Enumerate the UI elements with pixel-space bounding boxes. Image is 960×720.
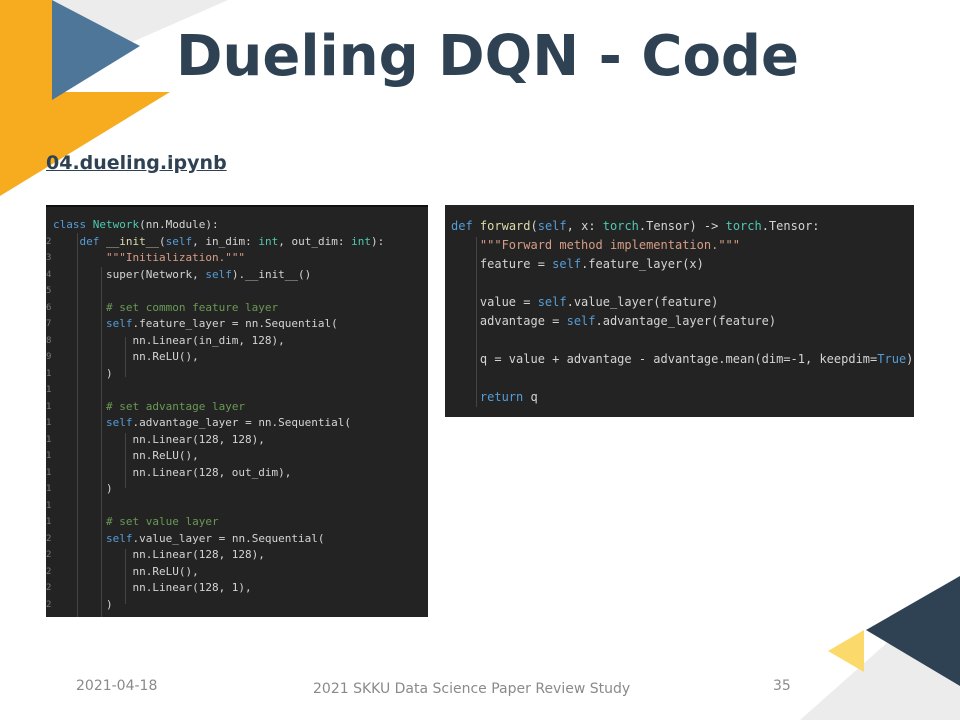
left-code-line: # set common feature layer	[105, 300, 279, 314]
network-class-code: class Network(nn.Module): def __init__(s…	[53, 217, 384, 613]
line-number: 10	[46, 368, 52, 379]
left-code-line: )	[53, 597, 113, 611]
line-number: 13	[46, 418, 52, 428]
indent-guide	[77, 233, 78, 617]
slide-footer: 2021 SKKU Data Science Paper Review Stud…	[313, 681, 631, 697]
left-code-line: nn.ReLU(),	[132, 350, 199, 363]
left-code-line: self.advantage_layer = nn.Sequential(	[105, 416, 352, 429]
right-code-line: def forward(self, x: torch.Tensor) -> to…	[451, 219, 820, 233]
left-code-line: self.value_layer = nn.Sequential(	[105, 531, 325, 545]
left-code-line: self.feature_layer = nn.Sequential(	[105, 317, 338, 330]
indent-guide	[476, 237, 477, 407]
line-number-gutter: 23456789101112131415161718192021222324	[46, 217, 52, 613]
line-number: 24	[46, 599, 52, 610]
right-code-line	[451, 369, 913, 388]
line-number: 17	[46, 484, 52, 494]
left-code-line	[53, 283, 384, 300]
right-code-line	[451, 331, 913, 350]
right-code-line: advantage = self.advantage_layer(feature…	[451, 314, 777, 328]
line-number: 4	[46, 269, 52, 280]
left-code-line	[53, 382, 384, 399]
line-number: 6	[46, 302, 52, 313]
indent-guide	[101, 267, 102, 617]
left-code-line: nn.ReLU(),	[132, 449, 199, 462]
line-number: 12	[46, 401, 52, 412]
line-number: 8	[46, 335, 52, 346]
left-code-line: class Network(nn.Module):	[53, 218, 219, 231]
left-code-line: )	[53, 482, 113, 495]
network-class-code-panel: 23456789101112131415161718192021222324 c…	[46, 205, 428, 617]
right-code-line: q = value + advantage - advantage.mean(d…	[451, 352, 914, 366]
line-number: 15	[46, 451, 52, 461]
indent-guide	[125, 433, 126, 488]
line-number: 18	[46, 500, 52, 511]
page-number: 35	[773, 678, 791, 694]
line-number: 23	[46, 583, 52, 593]
right-code-line: """Forward method implementation."""	[479, 238, 740, 252]
line-number: 7	[46, 319, 52, 329]
slide-date: 2021-04-18	[76, 678, 158, 694]
line-number: 21	[46, 550, 52, 560]
left-code-line: nn.Linear(in_dim, 128),	[53, 333, 285, 347]
left-code-line: nn.Linear(128, 128),	[53, 432, 265, 446]
right-code-line: feature = self.feature_layer(x)	[451, 257, 704, 271]
left-code-line	[53, 498, 384, 515]
left-code-line: # set advantage layer	[105, 399, 246, 413]
forward-method-code-panel: def forward(self, x: torch.Tensor) -> to…	[445, 205, 914, 417]
forward-method-code: def forward(self, x: torch.Tensor) -> to…	[451, 217, 913, 407]
left-code-line: """Initialization."""	[105, 251, 246, 264]
right-code-line: value = self.value_layer(feature)	[451, 295, 719, 309]
slide-title: Dueling DQN - Code	[176, 24, 799, 89]
line-number: 2	[46, 236, 52, 247]
line-number: 9	[46, 352, 52, 362]
notebook-filename: 04.dueling.ipynb	[46, 152, 227, 174]
bottom-right-yellow-triangle	[828, 630, 864, 672]
left-code-line: # set value layer	[105, 515, 219, 528]
right-code-line: return q	[479, 390, 538, 404]
line-number: 19	[46, 517, 52, 527]
left-code-line: super(Network, self).__init__()	[53, 267, 312, 281]
right-code-line	[451, 274, 913, 293]
left-code-line: nn.ReLU(),	[132, 564, 199, 578]
left-code-line: nn.Linear(128, out_dim),	[53, 465, 292, 479]
line-number: 20	[46, 533, 52, 544]
left-code-line: nn.Linear(128, 1),	[53, 581, 252, 594]
line-number: 14	[46, 434, 52, 445]
line-number: 22	[46, 566, 52, 577]
line-number: 16	[46, 467, 52, 478]
left-code-line: def __init__(self, in_dim: int, out_dim:…	[79, 234, 385, 248]
line-number: 5	[46, 286, 52, 296]
line-number: 3	[46, 253, 52, 263]
left-code-line: nn.Linear(128, 128),	[53, 548, 265, 561]
line-number: 11	[46, 385, 52, 395]
indent-guide	[125, 337, 126, 377]
indent-guide	[125, 549, 126, 604]
left-code-line: )	[53, 366, 113, 380]
line-number	[46, 217, 52, 234]
